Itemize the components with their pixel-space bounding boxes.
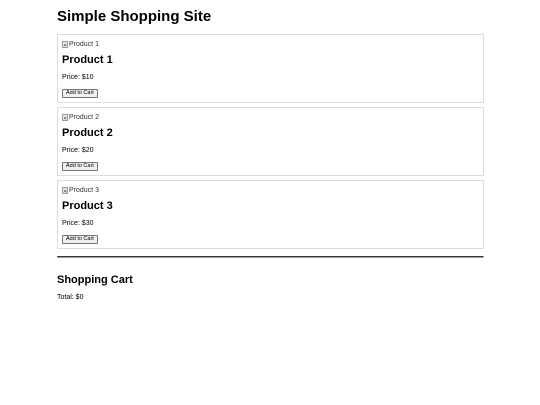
product-name: Product 1	[62, 54, 113, 66]
broken-image-icon	[62, 113, 68, 121]
add-to-cart-button[interactable]: Add to Cart	[62, 235, 98, 244]
cart-total: Total: $0	[57, 294, 84, 301]
product-price: Price: $30	[62, 220, 94, 227]
add-to-cart-button[interactable]: Add to Cart	[62, 162, 98, 171]
add-to-cart-button[interactable]: Add to Cart	[62, 89, 98, 98]
product-price: Price: $10	[62, 74, 94, 81]
product-image: Product 3	[62, 185, 99, 195]
product-image-alt: Product 2	[69, 113, 99, 121]
broken-image-icon	[62, 186, 68, 194]
broken-image-icon	[62, 40, 68, 48]
product-card: Product 1 Product 1 Price: $10 Add to Ca…	[57, 34, 484, 103]
product-image: Product 2	[62, 112, 99, 122]
product-name: Product 2	[62, 127, 113, 139]
page-title: Simple Shopping Site	[57, 8, 212, 25]
product-card: Product 3 Product 3 Price: $30 Add to Ca…	[57, 180, 484, 249]
product-image-alt: Product 3	[69, 186, 99, 194]
product-image: Product 1	[62, 39, 99, 49]
cart-title: Shopping Cart	[57, 274, 133, 286]
product-card: Product 2 Product 2 Price: $20 Add to Ca…	[57, 107, 484, 176]
product-image-alt: Product 1	[69, 40, 99, 48]
product-price: Price: $20	[62, 147, 94, 154]
product-name: Product 3	[62, 200, 113, 212]
section-divider	[57, 256, 484, 258]
